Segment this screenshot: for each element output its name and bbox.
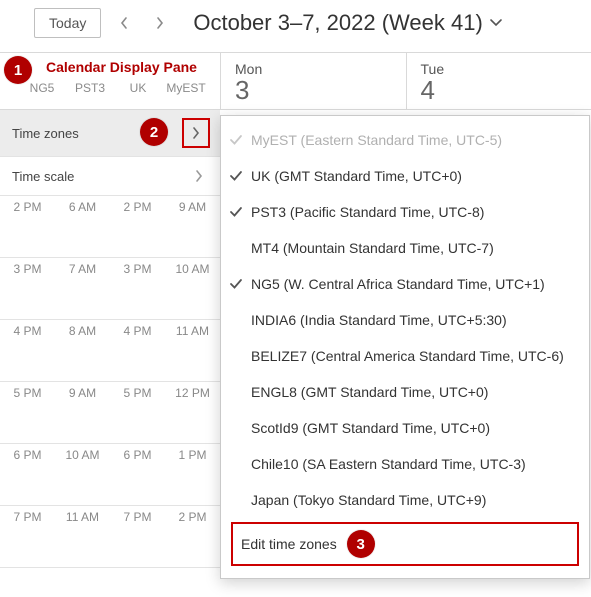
timezone-menu-item[interactable]: ENGL8 (GMT Standard Time, UTC+0): [221, 374, 589, 410]
timezone-menu-label: ENGL8 (GMT Standard Time, UTC+0): [251, 384, 488, 400]
time-cell: 7 AM: [55, 258, 110, 319]
timezone-menu-label: Chile10 (SA Eastern Standard Time, UTC-3…: [251, 456, 526, 472]
view-options: Time zones Time scale: [0, 110, 220, 196]
today-button[interactable]: Today: [34, 8, 101, 38]
timezone-menu-item[interactable]: MT4 (Mountain Standard Time, UTC-7): [221, 230, 589, 266]
time-cell: 9 AM: [165, 196, 220, 257]
timezone-menu-label: ScotId9 (GMT Standard Time, UTC+0): [251, 420, 490, 436]
time-cell: 6 PM: [0, 444, 55, 505]
calendar-header-row: Calendar Display Pane NG5PST3UKMyEST Mon…: [0, 53, 591, 110]
tz-column-header: MyEST: [162, 81, 210, 95]
annotation-marker-1: 1: [4, 56, 32, 84]
day-number: 4: [421, 77, 591, 103]
timezone-menu-item[interactable]: INDIA6 (India Standard Time, UTC+5:30): [221, 302, 589, 338]
time-cell: 5 PM: [110, 382, 165, 443]
time-slot-row: 7 PM11 AM7 PM2 PM: [0, 506, 220, 568]
time-slot-row: 2 PM6 AM2 PM9 AM: [0, 196, 220, 258]
timezone-menu-item[interactable]: NG5 (W. Central Africa Standard Time, UT…: [221, 266, 589, 302]
time-cell: 7 PM: [0, 506, 55, 567]
timezone-header: Calendar Display Pane NG5PST3UKMyEST: [0, 53, 220, 109]
time-grid: 2 PM6 AM2 PM9 AM3 PM7 AM3 PM10 AM4 PM8 A…: [0, 196, 220, 568]
time-cell: 11 AM: [55, 506, 110, 567]
timezone-menu-item[interactable]: PST3 (Pacific Standard Time, UTC-8): [221, 194, 589, 230]
chevron-right-icon[interactable]: [182, 118, 210, 148]
day-name: Tue: [421, 61, 591, 77]
next-week-button[interactable]: [147, 12, 173, 34]
check-icon: [229, 170, 251, 182]
date-range-picker[interactable]: October 3–7, 2022 (Week 41): [193, 10, 502, 36]
day-column-tue[interactable]: Tue 4: [406, 53, 591, 109]
time-slot-row: 4 PM8 AM4 PM11 AM: [0, 320, 220, 382]
day-number: 3: [235, 77, 406, 103]
time-zones-dropdown: MyEST (Eastern Standard Time, UTC-5) UK (…: [220, 115, 590, 579]
time-cell: 2 PM: [165, 506, 220, 567]
time-slot-row: 3 PM7 AM3 PM10 AM: [0, 258, 220, 320]
time-cell: 10 AM: [165, 258, 220, 319]
timezone-menu-label: NG5 (W. Central Africa Standard Time, UT…: [251, 276, 545, 292]
time-cell: 11 AM: [165, 320, 220, 381]
time-cell: 5 PM: [0, 382, 55, 443]
check-icon: [229, 134, 251, 146]
annotation-marker-3: 3: [347, 530, 375, 558]
prev-week-button[interactable]: [111, 12, 137, 34]
time-cell: 3 PM: [0, 258, 55, 319]
timezone-menu-item[interactable]: Japan (Tokyo Standard Time, UTC+9): [221, 482, 589, 518]
timezone-menu-item: MyEST (Eastern Standard Time, UTC-5): [221, 122, 589, 158]
chevron-down-icon: [489, 18, 503, 28]
date-range-title: October 3–7, 2022 (Week 41): [193, 10, 482, 36]
time-cell: 8 AM: [55, 320, 110, 381]
timezone-menu-item[interactable]: UK (GMT Standard Time, UTC+0): [221, 158, 589, 194]
tz-column-header: UK: [114, 81, 162, 95]
time-cell: 4 PM: [110, 320, 165, 381]
time-cell: 3 PM: [110, 258, 165, 319]
timezone-menu-label: BELIZE7 (Central America Standard Time, …: [251, 348, 564, 364]
annotation-marker-2: 2: [140, 118, 168, 146]
timezone-menu-item[interactable]: Chile10 (SA Eastern Standard Time, UTC-3…: [221, 446, 589, 482]
timezone-menu-label: MT4 (Mountain Standard Time, UTC-7): [251, 240, 494, 256]
time-slot-row: 5 PM9 AM5 PM12 PM: [0, 382, 220, 444]
timezone-menu-label: PST3 (Pacific Standard Time, UTC-8): [251, 204, 484, 220]
time-cell: 7 PM: [110, 506, 165, 567]
check-icon: [229, 206, 251, 218]
tz-column-header: NG5: [18, 81, 66, 95]
time-zones-option[interactable]: Time zones: [0, 110, 220, 157]
time-cell: 9 AM: [55, 382, 110, 443]
option-label: Time scale: [12, 169, 74, 184]
timezone-menu-item[interactable]: ScotId9 (GMT Standard Time, UTC+0): [221, 410, 589, 446]
timezone-menu-label: INDIA6 (India Standard Time, UTC+5:30): [251, 312, 507, 328]
day-column-mon[interactable]: Mon 3: [220, 53, 406, 109]
tz-column-header: PST3: [66, 81, 114, 95]
edit-time-zones-item[interactable]: Edit time zones 3: [231, 522, 579, 566]
day-name: Mon: [235, 61, 406, 77]
calendar-topbar: Today October 3–7, 2022 (Week 41): [0, 0, 591, 52]
timezone-menu-label: MyEST (Eastern Standard Time, UTC-5): [251, 132, 502, 148]
timezone-menu-label: Japan (Tokyo Standard Time, UTC+9): [251, 492, 486, 508]
time-cell: 6 PM: [110, 444, 165, 505]
timezone-menu-item[interactable]: BELIZE7 (Central America Standard Time, …: [221, 338, 589, 374]
time-cell: 10 AM: [55, 444, 110, 505]
time-cell: 2 PM: [110, 196, 165, 257]
time-cell: 1 PM: [165, 444, 220, 505]
time-cell: 4 PM: [0, 320, 55, 381]
time-cell: 2 PM: [0, 196, 55, 257]
check-icon: [229, 278, 251, 290]
time-cell: 12 PM: [165, 382, 220, 443]
time-scale-option[interactable]: Time scale: [0, 157, 220, 196]
option-label: Time zones: [12, 126, 79, 141]
time-slot-row: 6 PM10 AM6 PM1 PM: [0, 444, 220, 506]
timezone-menu-label: UK (GMT Standard Time, UTC+0): [251, 168, 462, 184]
edit-time-zones-label: Edit time zones: [241, 536, 337, 552]
chevron-right-icon: [188, 165, 210, 187]
time-cell: 6 AM: [55, 196, 110, 257]
calendar-display-pane-label: Calendar Display Pane: [0, 59, 220, 81]
